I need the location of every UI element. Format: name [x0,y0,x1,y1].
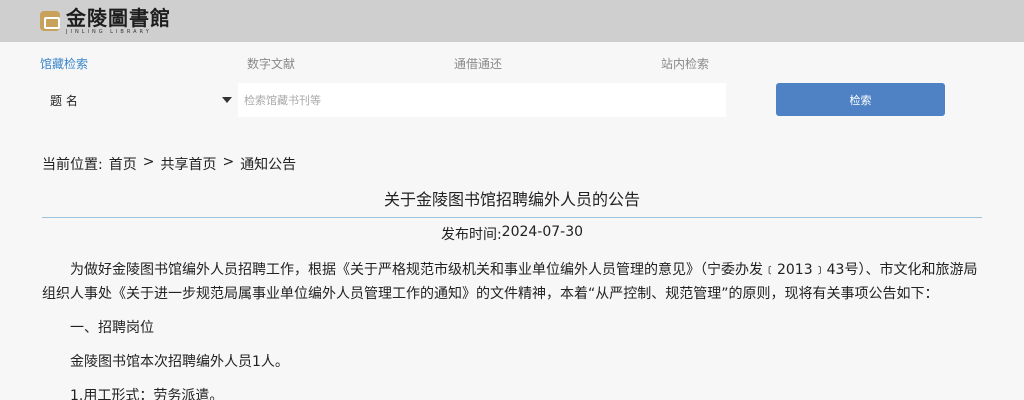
breadcrumb: 当前位置: 首页 > 共享首页 > 通知公告 [42,154,296,174]
logo-title-cn: 金陵圖書館 [66,5,171,30]
breadcrumb-prefix: 当前位置: [42,157,103,173]
article-title: 关于金陵图书馆招聘编外人员的公告 [383,190,640,209]
logo-title-en: JINLING LIBRARY [66,28,152,35]
caret-down-icon [222,97,232,103]
article-paragraph: 金陵图书馆本次招聘编外人员1人。 [70,354,289,370]
article-section-heading: 一、招聘岗位 [70,320,154,336]
search-button[interactable]: 检索 [776,83,945,116]
library-emblem-icon [40,11,60,31]
search-field-value: 题 名 [50,93,78,108]
top-bar: 金陵圖書館 JINLING LIBRARY [0,0,1024,42]
title-divider [42,217,982,218]
publish-date-value: 2024-07-30 [501,224,584,240]
search-bar: 题 名 检索 [0,83,1024,117]
search-input[interactable] [238,83,726,117]
tab-collection-search[interactable]: 馆藏检索 [40,55,88,72]
breadcrumb-separator: > [222,154,235,170]
search-field-select[interactable]: 题 名 [40,83,238,117]
tab-site-search[interactable]: 站内检索 [661,55,709,72]
breadcrumb-home[interactable]: 首页 [109,154,137,174]
article-body: 为做好金陵图书馆编外人员招聘工作，根据《关于严格规范市级机关和事业单位编外人员管… [42,258,982,400]
logo-text: 金陵圖書館 JINLING LIBRARY [66,8,171,35]
article-paragraph: 为做好金陵图书馆编外人员招聘工作，根据《关于严格规范市级机关和事业单位编外人员管… [42,262,978,302]
breadcrumb-separator: > [142,154,155,170]
tab-borrow-return[interactable]: 通借通还 [454,55,502,72]
breadcrumb-shared-home[interactable]: 共享首页 [160,154,216,174]
library-logo[interactable]: 金陵圖書館 JINLING LIBRARY [40,6,171,36]
publish-date: 发布时间: 2024-07-30 [0,224,1024,244]
publish-date-label: 发布时间: [440,227,502,243]
breadcrumb-notices[interactable]: 通知公告 [240,154,296,174]
tab-digital-literature[interactable]: 数字文献 [247,55,295,72]
search-tabs: 馆藏检索 数字文献 通借通还 站内检索 [0,52,1024,74]
article-paragraph: 1.用工形式：劳务派遣。 [70,388,224,400]
